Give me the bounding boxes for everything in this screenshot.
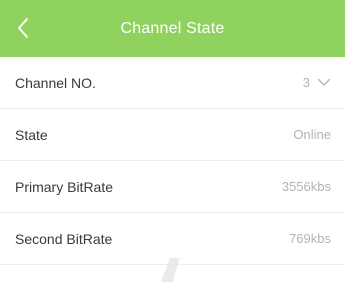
channel-number-row[interactable]: Channel NO. 3 — [0, 57, 345, 109]
state-label: State — [15, 126, 48, 143]
state-row: State Online — [0, 109, 345, 161]
page-title: Channel State — [120, 19, 225, 37]
channel-number-label: Channel NO. — [15, 74, 96, 91]
second-bitrate-row: Second BitRate 769kbs — [0, 213, 345, 265]
channel-state-screen: Channel State Channel NO. 3 State Online… — [0, 0, 345, 282]
second-bitrate-value: 769kbs — [289, 231, 331, 246]
second-bitrate-label: Second BitRate — [15, 230, 113, 247]
chevron-left-icon — [18, 18, 28, 38]
primary-bitrate-value: 3556kbs — [281, 179, 331, 194]
channel-info-list: Channel NO. 3 State Online Primary BitRa… — [0, 57, 345, 265]
chevron-down-icon — [317, 78, 331, 88]
primary-bitrate-row: Primary BitRate 3556kbs — [0, 161, 345, 213]
back-button[interactable] — [8, 12, 38, 44]
channel-number-value: 3 — [302, 75, 310, 90]
primary-bitrate-label: Primary BitRate — [15, 178, 114, 195]
channel-number-select[interactable]: 3 — [303, 75, 331, 90]
header-bar: Channel State — [0, 0, 345, 57]
state-value: Online — [293, 127, 331, 142]
